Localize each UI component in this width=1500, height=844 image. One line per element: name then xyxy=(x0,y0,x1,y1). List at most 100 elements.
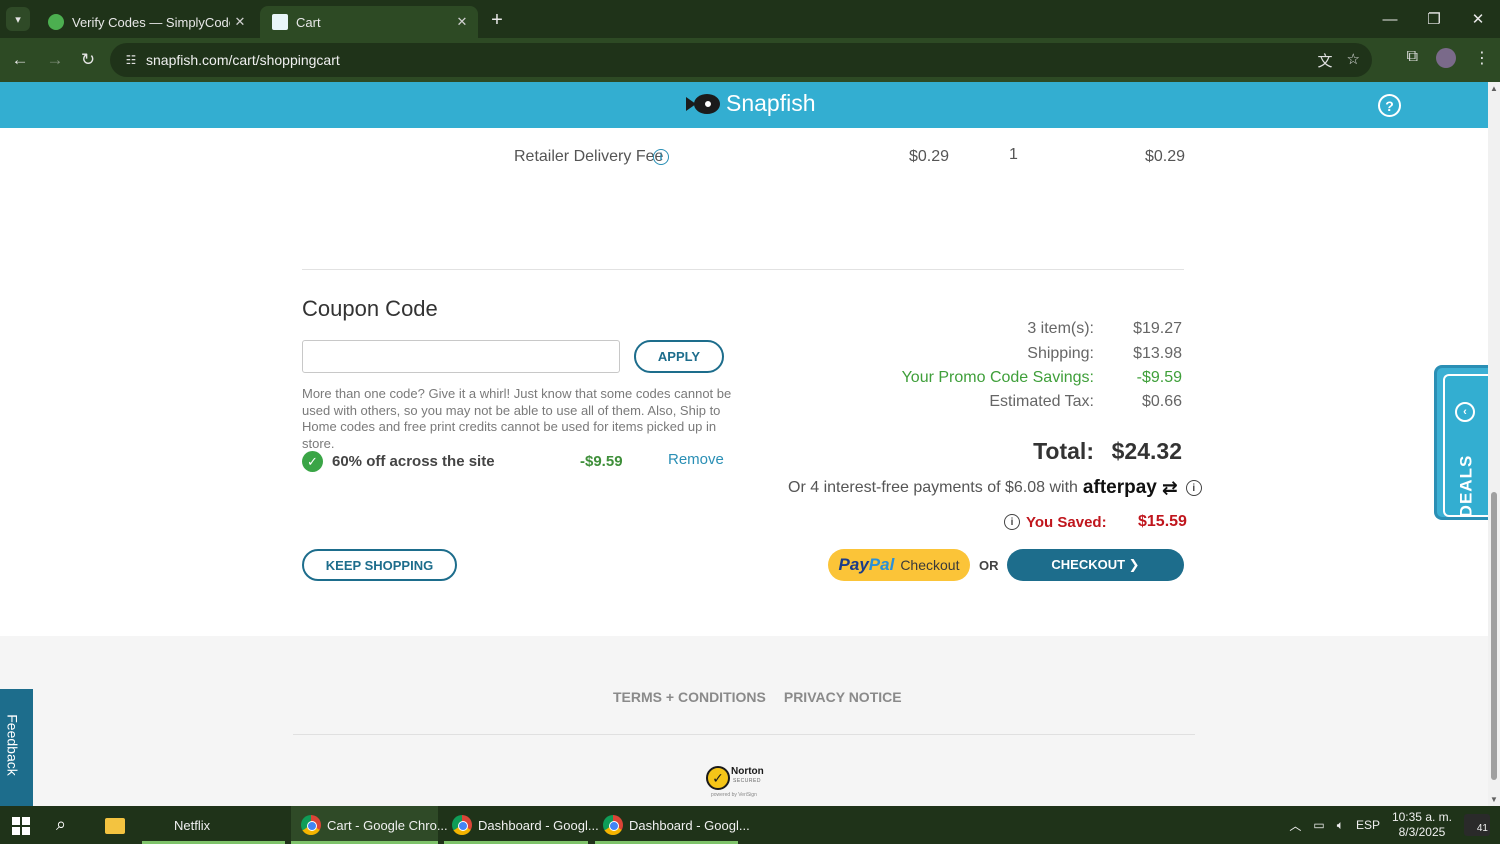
summary-tax-row: Estimated Tax: $0.66 xyxy=(780,393,1184,413)
system-clock[interactable]: 10:35 a. m. 8/3/2025 xyxy=(1392,810,1452,840)
info-icon[interactable]: i xyxy=(1185,480,1202,496)
volume-icon[interactable]: 🔈︎ xyxy=(1337,818,1344,833)
taskbar-item-label: Cart - Google Chro... xyxy=(327,817,448,833)
tax-label: Estimated Tax: xyxy=(989,393,1094,410)
back-arrow-icon[interactable]: ← xyxy=(8,48,32,72)
fee-label: Retailer Delivery Fee xyxy=(514,148,664,165)
chrome-icon xyxy=(603,815,623,835)
close-window-icon[interactable]: ✕ xyxy=(1456,0,1500,38)
input-language[interactable]: ESP xyxy=(1356,818,1380,832)
scroll-thumb[interactable] xyxy=(1491,492,1497,780)
fee-total: $0.29 xyxy=(1145,148,1186,165)
paypal-pay-text: Pay xyxy=(838,555,869,574)
chevron-up-icon[interactable]: ︿ xyxy=(1289,817,1301,834)
system-tray: ︿ ▭ 🔈︎ ESP 10:35 a. m. 8/3/2025 41 xyxy=(1289,806,1500,844)
info-icon[interactable]: i xyxy=(653,149,669,165)
afterpay-arrow-icon: ⇄ xyxy=(1161,477,1178,499)
privacy-link[interactable]: PRIVACY NOTICE xyxy=(784,689,902,705)
shipping-label: Shipping: xyxy=(1027,345,1094,362)
page-footer: TERMS + CONDITIONS PRIVACY NOTICE ✓ Nort… xyxy=(0,636,1488,806)
applied-coupon-row: ✓ 60% off across the site -$9.59 Remove xyxy=(302,450,732,474)
taskbar-netflix[interactable]: Netflix xyxy=(142,806,285,844)
translate-icon[interactable]: 文 xyxy=(1318,50,1333,71)
notification-center-icon[interactable]: 41 xyxy=(1464,814,1490,836)
feedback-side-tab[interactable]: Feedback xyxy=(0,689,33,806)
coupon-heading: Coupon Code xyxy=(302,296,438,321)
scroll-up-arrow-icon[interactable]: ▲ xyxy=(1490,84,1498,93)
fee-price: $0.29 xyxy=(909,148,950,165)
chrome-icon xyxy=(301,815,321,835)
profile-avatar-icon[interactable] xyxy=(1436,48,1456,68)
windows-taskbar: ⌕ Netflix Cart - Google Chro... Dashboar… xyxy=(0,806,1500,844)
taskbar-chrome-dashboard-1[interactable]: Dashboard - Googl... xyxy=(444,806,599,844)
promo-value: -$9.59 xyxy=(1136,369,1182,386)
tab-close-icon[interactable]: ✕ xyxy=(452,14,472,30)
norton-check-icon: ✓ xyxy=(706,766,730,790)
url-text: snapfish.com/cart/shoppingcart xyxy=(146,52,340,68)
taskbar-item-label: Dashboard - Googl... xyxy=(478,817,599,833)
retailer-fee-row: Retailer Delivery Fee i $0.29 1 $0.29 xyxy=(0,146,1488,168)
deals-side-tab[interactable]: ‹ DEALS xyxy=(1434,365,1488,520)
browser-menu-kebab-icon[interactable]: ⋮ xyxy=(1474,48,1490,68)
extensions-puzzle-icon[interactable]: ⧉ xyxy=(1407,48,1418,68)
site-settings-icon[interactable]: ☷ xyxy=(116,53,146,67)
scroll-down-arrow-icon[interactable]: ▼ xyxy=(1490,795,1498,804)
footer-divider xyxy=(293,734,1195,735)
windows-start-icon[interactable] xyxy=(12,817,30,835)
checkout-button[interactable]: CHECKOUT ❯ xyxy=(1007,549,1184,581)
coupon-code-input[interactable] xyxy=(302,340,620,373)
info-icon[interactable]: i xyxy=(1004,514,1020,530)
page-viewport: Snapfish ? Retailer Delivery Fee i $0.29… xyxy=(0,82,1488,806)
feedback-label: Feedback xyxy=(4,714,21,776)
window-controls: — ❐ ✕ xyxy=(1368,0,1500,38)
bookmark-star-icon[interactable]: ☆ xyxy=(1347,50,1360,71)
paypal-checkout-label: Checkout xyxy=(900,557,960,573)
keep-shopping-button[interactable]: KEEP SHOPPING xyxy=(302,549,457,581)
summary-total-row: Total: $24.32 xyxy=(780,438,1184,466)
paypal-checkout-button[interactable]: PayPal Checkout xyxy=(828,549,970,581)
apply-coupon-button[interactable]: APPLY xyxy=(634,340,724,373)
page-scrollbar[interactable]: ▲ ▼ xyxy=(1488,82,1500,806)
or-separator: OR xyxy=(979,558,999,573)
paypal-pal-text: Pal xyxy=(868,555,895,574)
new-tab-plus-icon[interactable]: + xyxy=(485,8,509,32)
afterpay-row: Or 4 interest-free payments of $6.08 wit… xyxy=(788,476,1202,500)
address-bar[interactable]: ☷ snapfish.com/cart/shoppingcart 文 ☆ xyxy=(110,43,1372,77)
remove-coupon-link[interactable]: Remove xyxy=(668,451,724,468)
brand-name: Snapfish xyxy=(726,90,816,116)
saved-label: You Saved: xyxy=(1026,513,1107,531)
network-icon[interactable]: ▭ xyxy=(1313,818,1324,832)
browser-toolbar: ← → ↻ ☷ snapfish.com/cart/shoppingcart 文… xyxy=(0,38,1500,82)
minimize-icon[interactable]: — xyxy=(1368,0,1412,38)
norton-secured-badge[interactable]: ✓ Norton SECURED powered by VeriSign xyxy=(706,764,770,798)
deals-label: DEALS xyxy=(1456,454,1476,518)
terms-link[interactable]: TERMS + CONDITIONS xyxy=(613,689,766,705)
snapfish-fish-icon xyxy=(686,91,722,117)
reload-icon[interactable]: ↻ xyxy=(76,48,100,72)
you-saved-row: i You Saved: $15.59 xyxy=(1004,512,1187,532)
file-explorer-icon[interactable] xyxy=(105,818,125,834)
afterpay-text: Or 4 interest-free payments of $6.08 wit… xyxy=(788,479,1078,496)
simplycodes-favicon-icon xyxy=(48,14,64,30)
check-circle-icon: ✓ xyxy=(302,451,323,472)
tab-search-chevron-icon[interactable]: ▾ xyxy=(6,7,30,31)
norton-name: Norton xyxy=(731,766,764,777)
taskbar-item-label: Dashboard - Googl... xyxy=(629,817,750,833)
norton-secured: SECURED xyxy=(733,778,761,784)
browser-tab-cart[interactable]: Cart ✕ xyxy=(260,6,478,38)
taskbar-chrome-cart[interactable]: Cart - Google Chro... xyxy=(291,806,448,844)
restore-icon[interactable]: ❐ xyxy=(1412,0,1456,38)
section-divider xyxy=(302,269,1184,270)
snapfish-logo[interactable]: Snapfish xyxy=(686,90,816,117)
total-label: Total: xyxy=(1033,438,1094,464)
search-icon[interactable]: ⌕ xyxy=(56,814,78,836)
taskbar-chrome-dashboard-2[interactable]: Dashboard - Googl... xyxy=(595,806,750,844)
summary-shipping-row: Shipping: $13.98 xyxy=(780,345,1184,365)
help-label: ? xyxy=(1385,97,1394,114)
browser-tab-simplycodes[interactable]: Verify Codes — SimplyCodes ✕ xyxy=(36,6,256,38)
applied-coupon-amount: -$9.59 xyxy=(580,453,623,470)
forward-arrow-icon[interactable]: → xyxy=(43,48,67,72)
items-value: $19.27 xyxy=(1133,320,1182,337)
tab-close-icon[interactable]: ✕ xyxy=(230,14,250,30)
help-question-icon[interactable]: ? xyxy=(1378,94,1401,117)
